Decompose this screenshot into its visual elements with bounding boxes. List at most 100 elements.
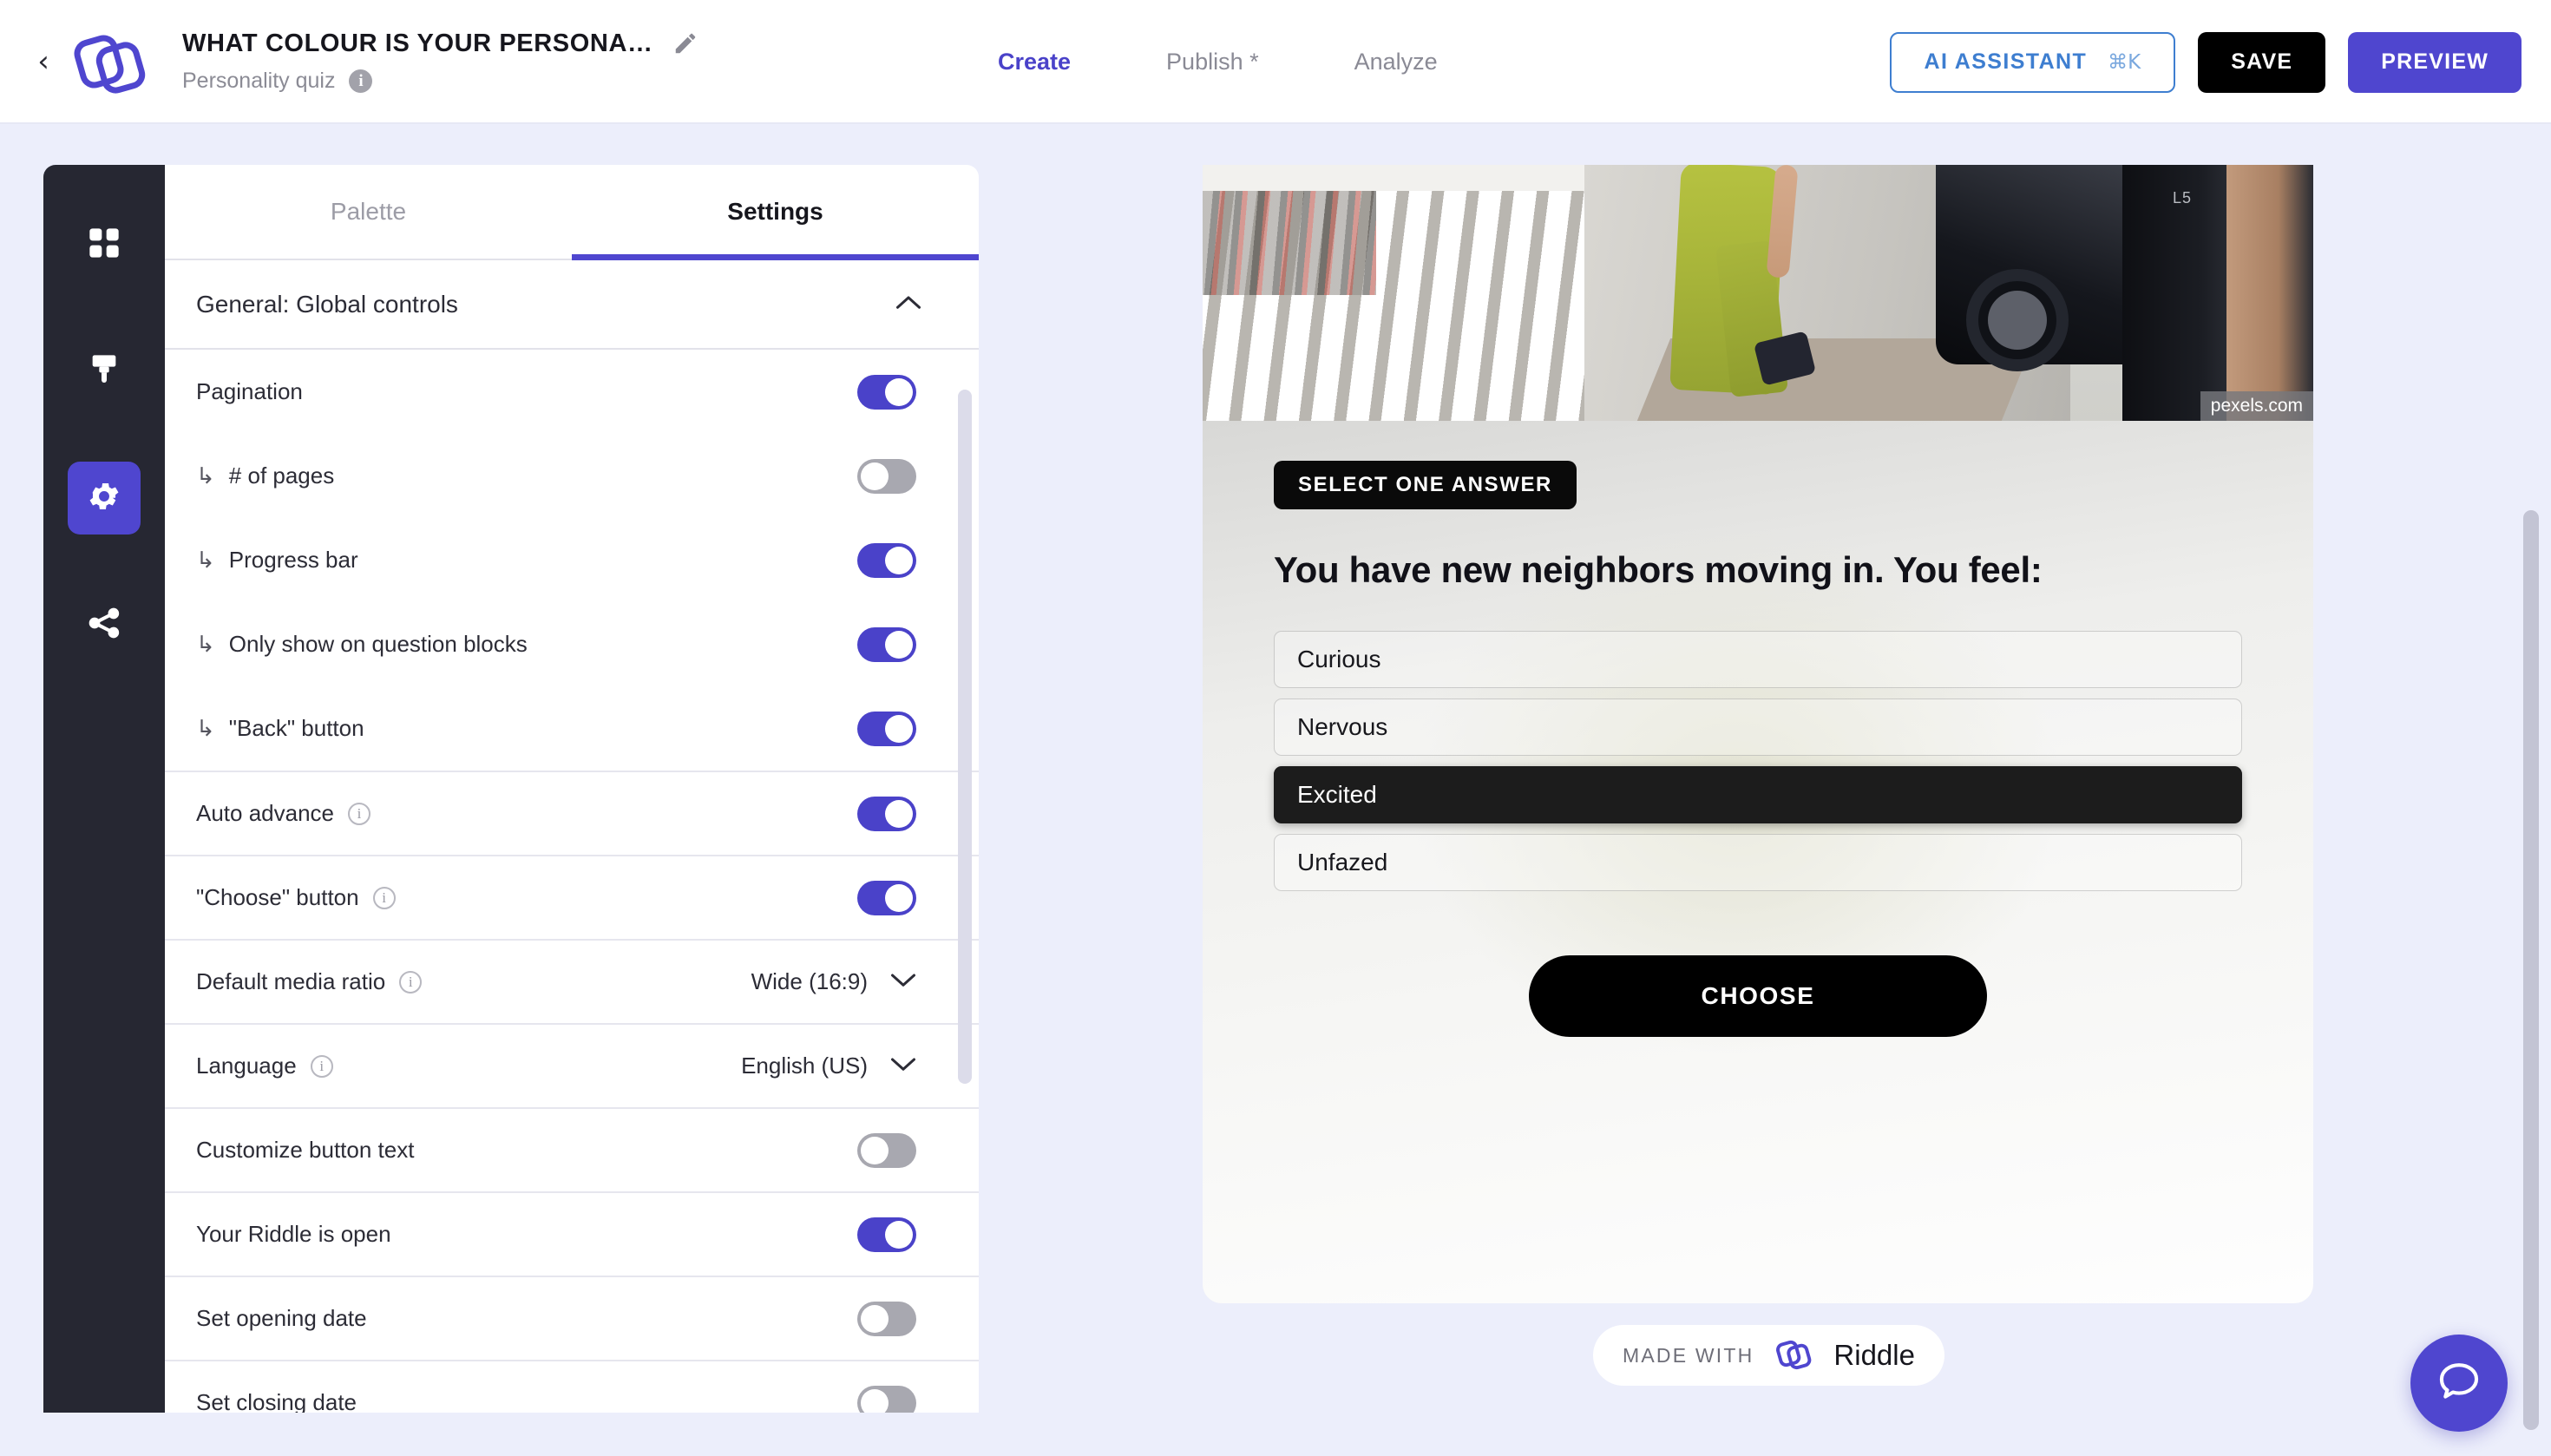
info-icon[interactable]: i: [348, 802, 371, 825]
toggle-switch[interactable]: [857, 711, 916, 746]
toggle-knob: [885, 714, 913, 743]
setting-value: Wide (16:9): [751, 968, 868, 994]
setting-row[interactable]: "Choose" button i: [165, 855, 979, 939]
setting-control-wrap: [857, 542, 916, 578]
tab-analyze[interactable]: Analyze: [1354, 49, 1438, 75]
tab-create[interactable]: Create: [998, 49, 1071, 75]
ai-assistant-shortcut: ⌘K: [2108, 50, 2141, 74]
status-badge: SELECT ONE ANSWER: [1274, 461, 1577, 509]
toggle-knob: [885, 377, 913, 406]
quiz-type-label: Personality quiz: [182, 68, 336, 93]
toggle-switch[interactable]: [857, 458, 916, 494]
main-nav: Create Publish * Analyze: [998, 0, 1438, 124]
setting-row[interactable]: ↳ Only show on question blocks: [165, 602, 979, 686]
ai-assistant-button[interactable]: AI ASSISTANT ⌘K: [1889, 31, 2176, 93]
chevron-down-icon[interactable]: [890, 972, 916, 992]
chevron-up-icon[interactable]: [895, 294, 921, 314]
indent-arrow-icon: ↳: [196, 462, 215, 489]
setting-control-wrap: [857, 458, 916, 494]
setting-label: "Choose" button: [196, 884, 359, 910]
setting-row[interactable]: Language i English (US): [165, 1023, 979, 1107]
section-header-general[interactable]: General: Global controls: [165, 260, 979, 350]
setting-label-wrap: Your Riddle is open: [196, 1221, 391, 1248]
setting-label: # of pages: [228, 462, 335, 489]
rail-item-design[interactable]: [68, 335, 141, 408]
info-icon[interactable]: i: [310, 1054, 333, 1078]
setting-row[interactable]: Set closing date: [165, 1360, 979, 1413]
page-scrollbar[interactable]: [2523, 510, 2539, 1430]
toggle-knob: [885, 1220, 913, 1249]
toggle-knob: [861, 1388, 889, 1413]
setting-label: Your Riddle is open: [196, 1221, 391, 1247]
toggle-switch[interactable]: [857, 1217, 916, 1252]
toggle-switch[interactable]: [857, 1132, 916, 1168]
setting-label: Auto advance: [196, 800, 335, 826]
settings-rows-scroll[interactable]: Pagination ↳ # of pages ↳ Progress bar ↳ Only …: [165, 350, 979, 1413]
setting-row[interactable]: ↳ Progress bar: [165, 518, 979, 602]
setting-control-wrap: [857, 626, 916, 662]
preview-button[interactable]: PREVIEW: [2348, 31, 2521, 93]
setting-control-wrap: [857, 796, 916, 831]
toggle-knob: [885, 883, 913, 912]
setting-row[interactable]: Your Riddle is open: [165, 1191, 979, 1276]
toggle-switch[interactable]: [857, 1301, 916, 1336]
tab-palette[interactable]: Palette: [165, 165, 572, 259]
setting-label-wrap: Set closing date: [196, 1389, 357, 1413]
setting-label-wrap: Auto advance i: [196, 800, 371, 827]
grid-blocks-icon: [87, 226, 121, 265]
indent-arrow-icon: ↳: [196, 715, 215, 742]
setting-value: English (US): [741, 1053, 868, 1079]
setting-control-wrap: [857, 1385, 916, 1413]
back-chevron-icon[interactable]: ‹: [24, 47, 62, 76]
answer-label: Nervous: [1297, 713, 1388, 740]
rail-item-share[interactable]: [68, 588, 141, 661]
setting-label-wrap: ↳ "Back" button: [196, 715, 364, 742]
chevron-down-icon[interactable]: [890, 1056, 916, 1076]
pencil-icon[interactable]: [672, 30, 698, 56]
section-title: General: Global controls: [196, 290, 458, 318]
made-with-riddle-badge[interactable]: MADE WITH Riddle: [1593, 1325, 1944, 1386]
toggle-switch[interactable]: [857, 374, 916, 410]
setting-control-wrap: [857, 1217, 916, 1252]
share-nodes-icon: [87, 606, 121, 645]
setting-label-wrap: Language i: [196, 1053, 333, 1079]
setting-label-wrap: Customize button text: [196, 1137, 414, 1164]
tab-settings[interactable]: Settings: [572, 165, 979, 260]
info-icon[interactable]: i: [372, 886, 396, 909]
answer-label: Curious: [1297, 646, 1381, 672]
toggle-switch[interactable]: [857, 1385, 916, 1413]
answer-option[interactable]: Curious: [1274, 631, 2242, 688]
settings-panel-scrollbar[interactable]: [958, 390, 972, 1084]
setting-row[interactable]: Default media ratio i Wide (16:9): [165, 939, 979, 1023]
answer-option[interactable]: Nervous: [1274, 698, 2242, 756]
setting-control-wrap: [857, 880, 916, 915]
answer-option[interactable]: Excited: [1274, 766, 2242, 823]
setting-row[interactable]: Set opening date: [165, 1276, 979, 1360]
setting-control-wrap: [857, 1301, 916, 1336]
toggle-switch[interactable]: [857, 796, 916, 831]
setting-label-wrap: Set opening date: [196, 1305, 367, 1332]
chat-bubble-button[interactable]: [2410, 1335, 2508, 1432]
info-icon[interactable]: i: [399, 970, 423, 994]
rail-item-settings[interactable]: [68, 462, 141, 535]
riddle-logo-icon[interactable]: [68, 20, 151, 103]
toggle-switch[interactable]: [857, 626, 916, 662]
choose-button[interactable]: CHOOSE: [1529, 955, 1987, 1037]
toggle-switch[interactable]: [857, 880, 916, 915]
setting-row[interactable]: Pagination: [165, 350, 979, 434]
setting-row[interactable]: ↳ "Back" button: [165, 686, 979, 771]
rail-item-blocks[interactable]: [68, 208, 141, 281]
plate-text: L5: [2172, 189, 2192, 207]
setting-row[interactable]: Customize button text: [165, 1107, 979, 1191]
setting-label: Language: [196, 1053, 297, 1079]
settings-panel: Palette Settings General: Global control…: [165, 165, 979, 1413]
info-icon[interactable]: i: [349, 69, 373, 93]
setting-row[interactable]: ↳ # of pages: [165, 434, 979, 518]
toggle-switch[interactable]: [857, 542, 916, 578]
tab-publish[interactable]: Publish *: [1166, 49, 1259, 75]
setting-row[interactable]: Auto advance i: [165, 771, 979, 855]
question-text: You have new neighbors moving in. You fe…: [1274, 549, 2043, 590]
save-button[interactable]: SAVE: [2198, 31, 2326, 93]
riddle-logo-icon: [1773, 1336, 1814, 1375]
answer-option[interactable]: Unfazed: [1274, 834, 2242, 891]
